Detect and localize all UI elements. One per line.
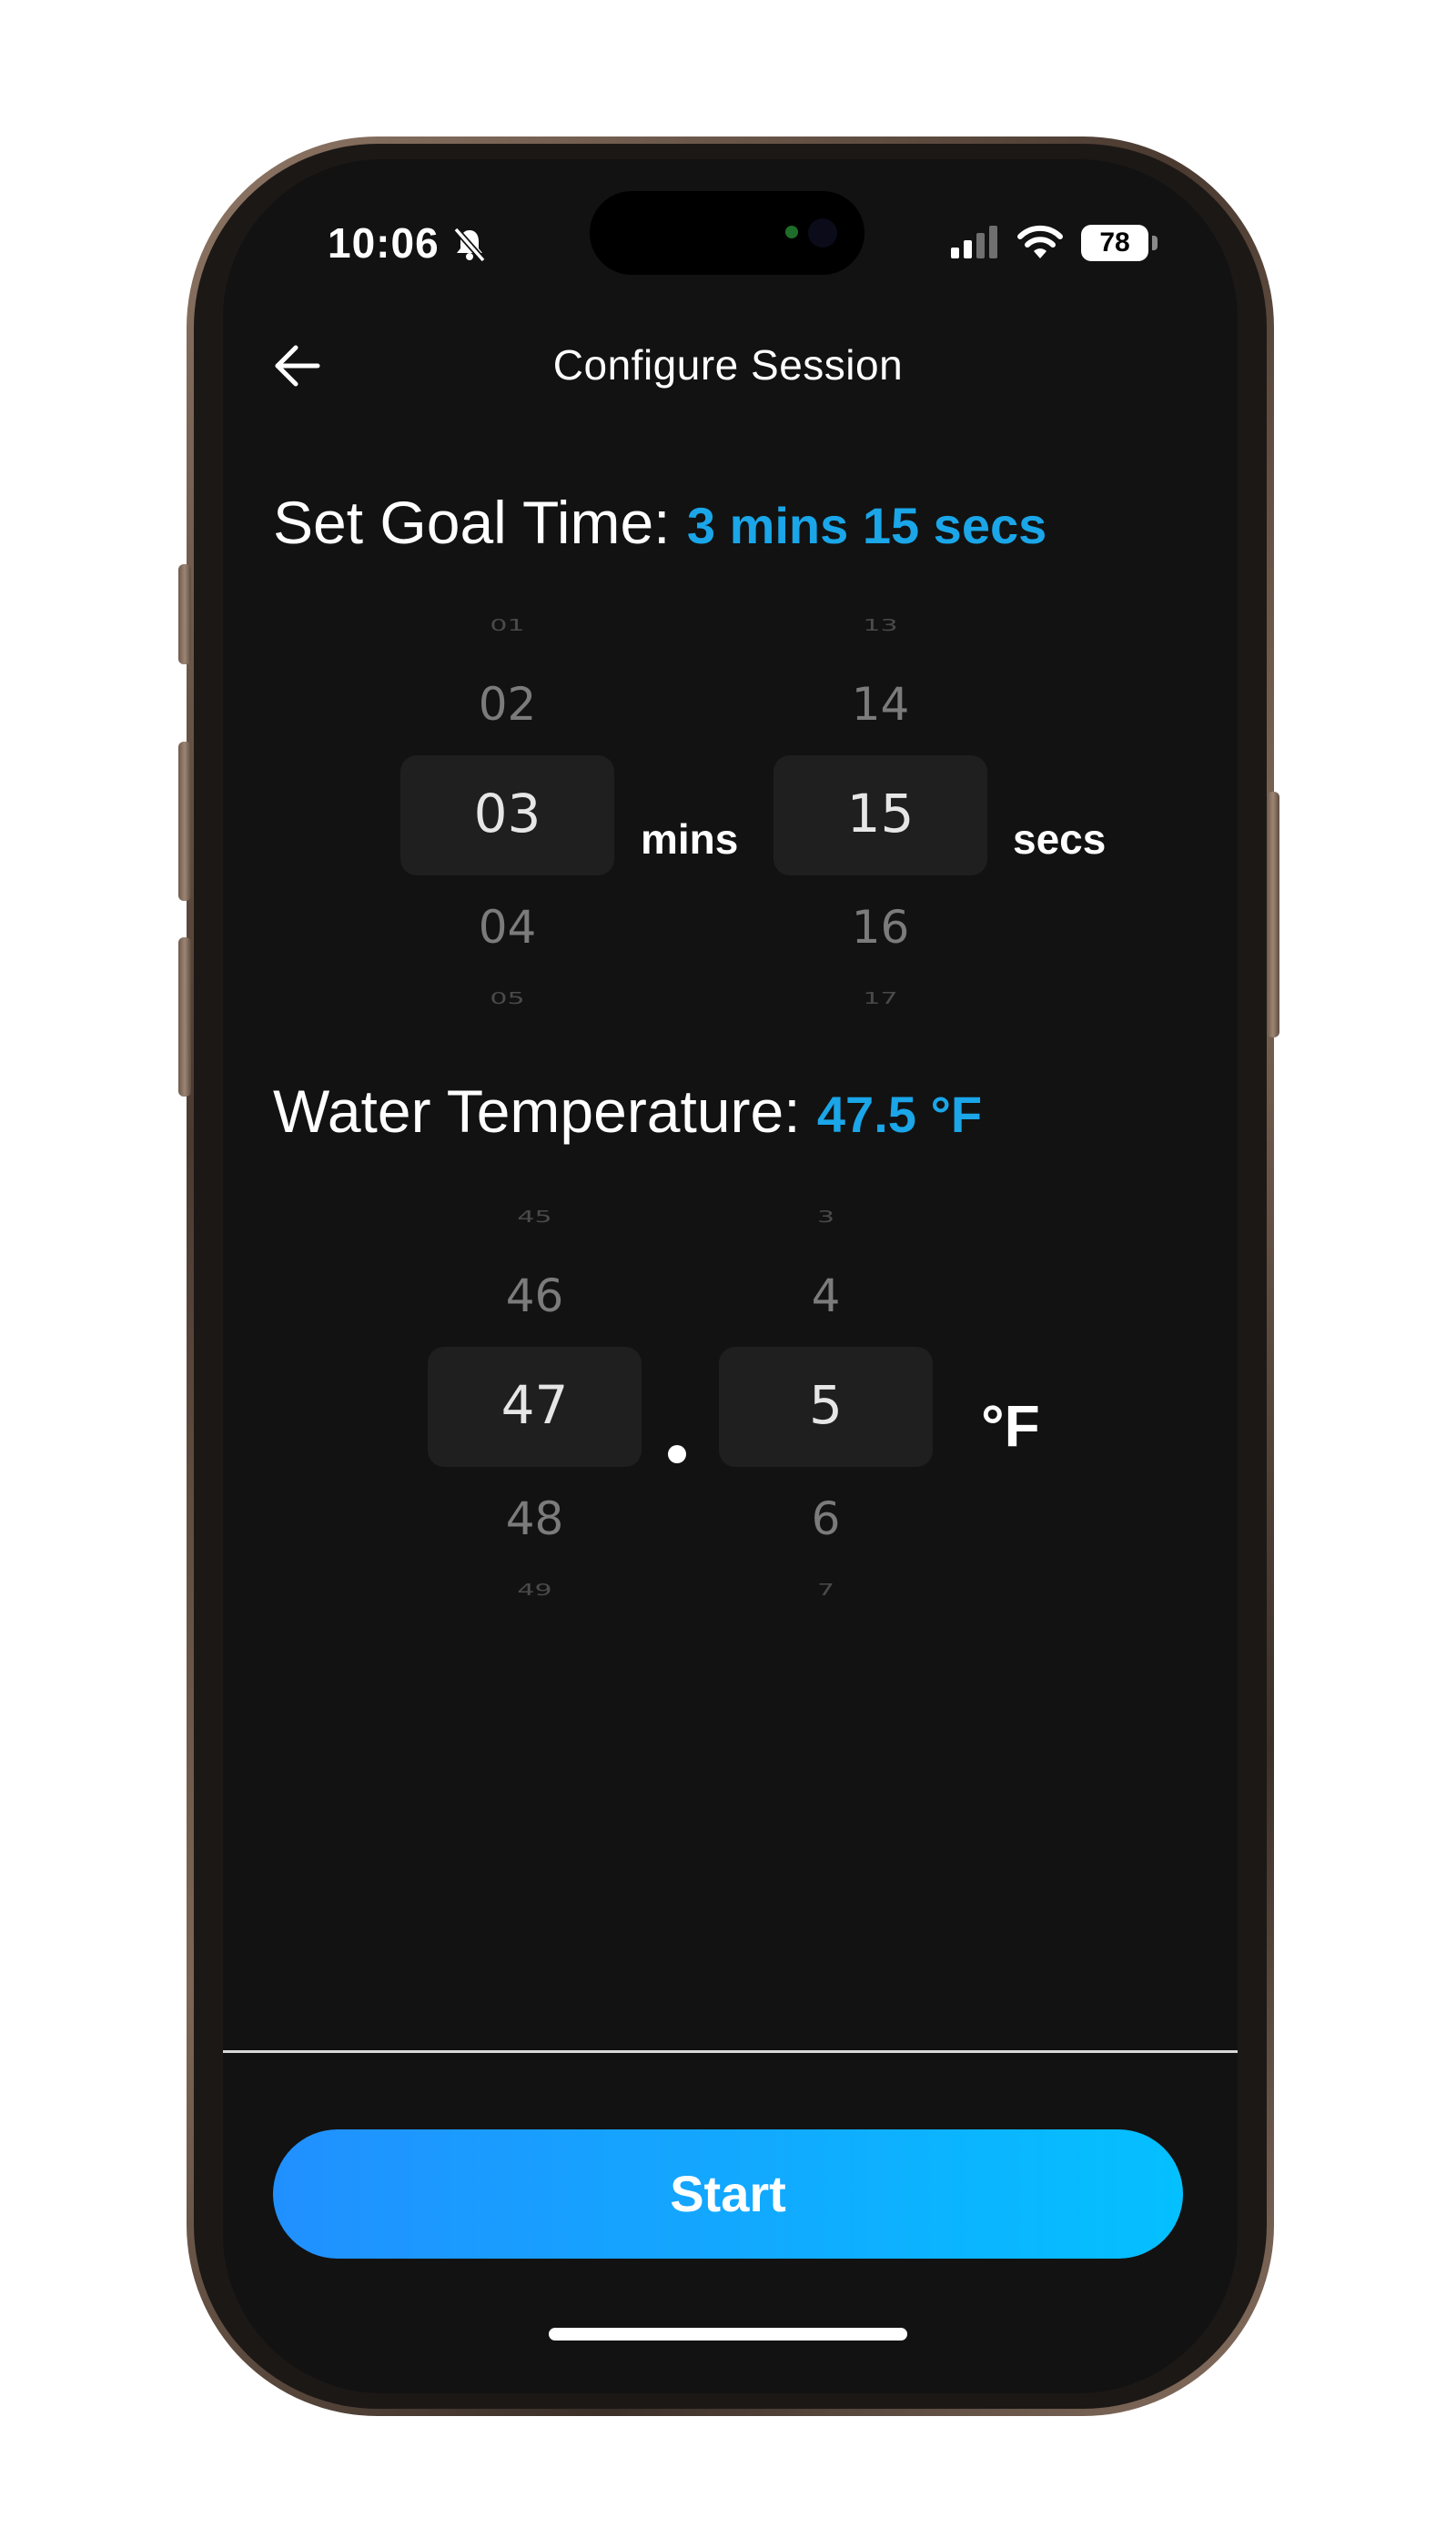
battery-icon: 78: [1081, 225, 1148, 261]
cellular-signal-icon: [951, 226, 997, 258]
picker-selected-item[interactable]: 47: [428, 1374, 642, 1436]
home-indicator[interactable]: [549, 2328, 907, 2341]
picker-item[interactable]: 6: [719, 1492, 933, 1545]
footer-divider: [223, 2050, 1238, 2053]
water-temp-label: Water Temperature:: [273, 1077, 817, 1145]
picker-item[interactable]: 7: [719, 1581, 933, 1600]
temp-unit-label: °F: [981, 1393, 1040, 1459]
seconds-picker[interactable]: 13 14 15 16 17: [774, 601, 987, 1019]
battery-tip: [1152, 236, 1158, 250]
picker-item[interactable]: 45: [428, 1208, 642, 1227]
volume-up-button: [178, 742, 191, 901]
picker-item[interactable]: 46: [428, 1269, 642, 1322]
picker-item[interactable]: 14: [774, 678, 987, 731]
picker-item[interactable]: 49: [428, 1581, 642, 1600]
goal-time-heading: Set Goal Time: 3 mins 15 secs: [273, 488, 1046, 557]
picker-item[interactable]: 48: [428, 1492, 642, 1545]
picker-item[interactable]: 02: [400, 678, 614, 731]
goal-time-label: Set Goal Time:: [273, 489, 687, 556]
goal-time-value: 3 mins 15 secs: [686, 497, 1047, 554]
picker-selected-item[interactable]: 03: [400, 783, 614, 844]
minutes-picker[interactable]: 01 02 03 04 05: [400, 601, 614, 1019]
picker-item[interactable]: 04: [400, 901, 614, 954]
picker-selected-item[interactable]: 5: [719, 1374, 933, 1436]
water-temp-heading: Water Temperature: 47.5 °F: [273, 1077, 982, 1146]
volume-down-button: [178, 937, 191, 1097]
wifi-icon: [1017, 225, 1063, 258]
picker-item[interactable]: 17: [774, 989, 987, 1008]
temp-decimal-picker[interactable]: 3 4 5 6 7: [719, 1192, 933, 1611]
status-time: 10:06: [328, 219, 440, 267]
picker-item[interactable]: 13: [774, 616, 987, 635]
front-camera: [808, 218, 837, 248]
water-temp-value: 47.5 °F: [816, 1086, 983, 1143]
seconds-unit-label: secs: [1013, 815, 1107, 863]
start-button[interactable]: Start: [273, 2129, 1183, 2259]
power-button: [1267, 792, 1279, 1037]
decimal-point: [668, 1445, 686, 1463]
picker-selected-item[interactable]: 15: [774, 783, 987, 844]
picker-item[interactable]: 05: [400, 989, 614, 1008]
picker-item[interactable]: 4: [719, 1269, 933, 1322]
page-title: Configure Session: [552, 341, 904, 389]
minutes-unit-label: mins: [641, 815, 739, 863]
picker-item[interactable]: 3: [719, 1208, 933, 1227]
temp-whole-picker[interactable]: 45 46 47 48 49: [428, 1192, 642, 1611]
picker-item[interactable]: 01: [400, 616, 614, 635]
bell-muted-icon: [453, 227, 486, 262]
camera-indicator: [785, 226, 798, 238]
picker-item[interactable]: 16: [774, 901, 987, 954]
dynamic-island: [590, 191, 864, 275]
action-button: [178, 564, 191, 664]
